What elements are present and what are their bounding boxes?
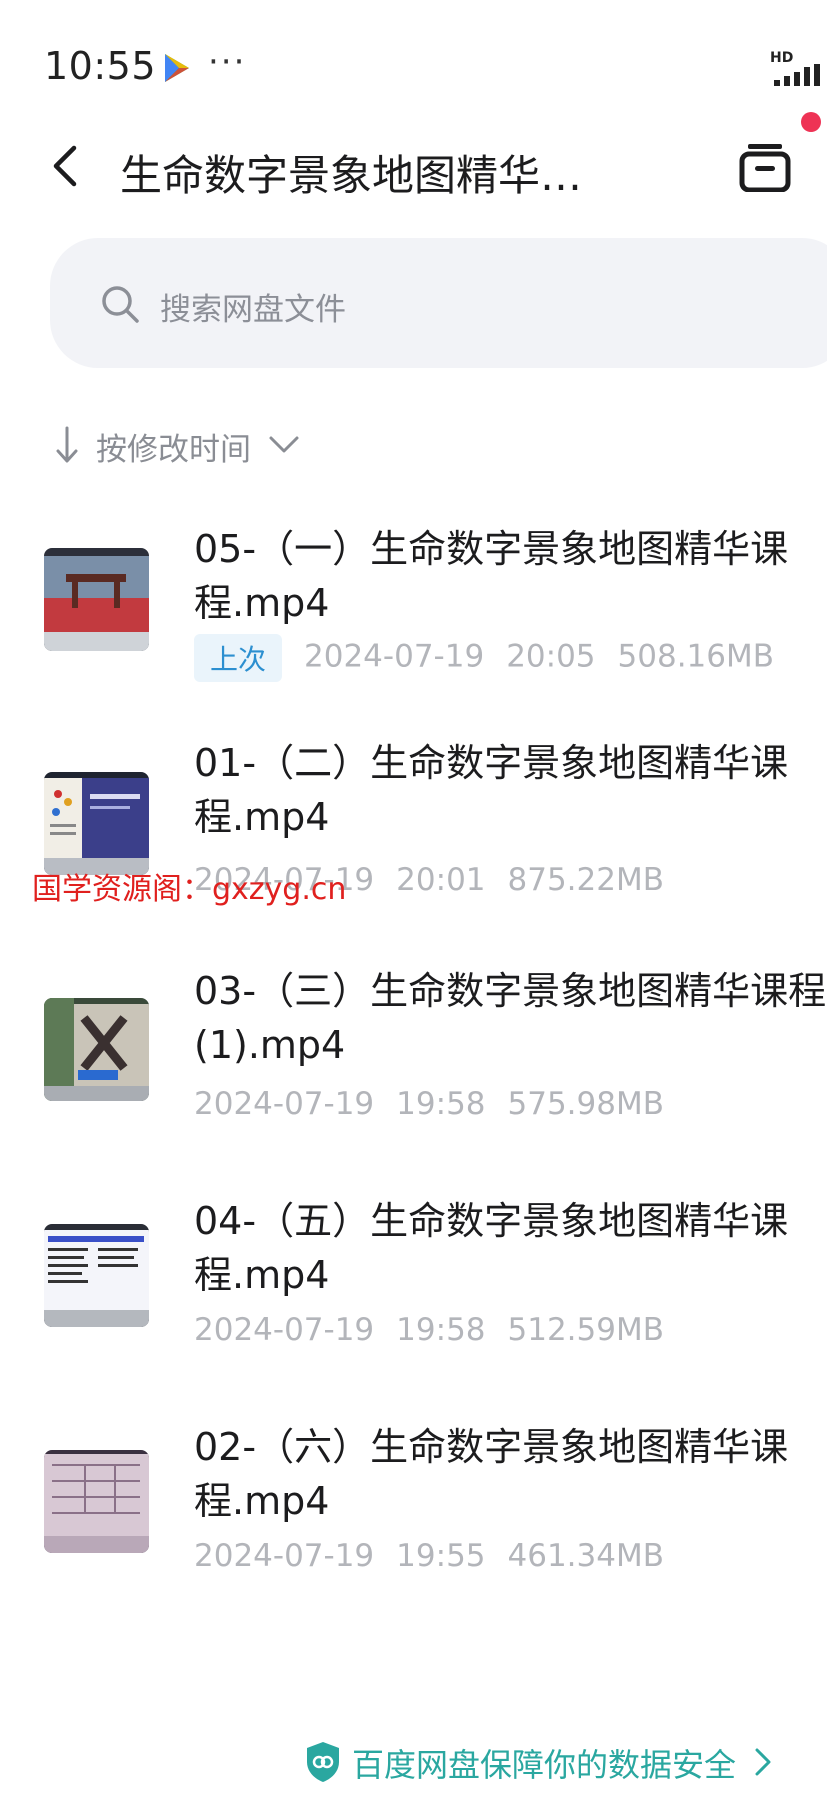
video-thumbnail <box>44 548 149 651</box>
file-row[interactable]: 04-（五）生命数字景象地图精华课程.mp4 2024-07-19 19:58 51… <box>0 1188 827 1388</box>
file-time: 19:58 <box>396 1312 486 1348</box>
file-date: 2024-07-19 <box>194 1538 375 1574</box>
video-thumbnail <box>44 998 149 1101</box>
file-meta: 上次 2024-07-19 20:05 508.16MB <box>194 634 774 682</box>
sort-arrow-icon[interactable] <box>54 425 80 465</box>
status-time: 10:55 <box>44 44 157 88</box>
file-time: 19:58 <box>396 1086 486 1122</box>
file-name: 04-（五）生命数字景象地图精华课程.mp4 <box>194 1199 789 1297</box>
notification-dot <box>801 112 821 132</box>
video-thumbnail <box>44 772 149 875</box>
video-thumbnail <box>44 1450 149 1553</box>
signal-icon <box>774 64 820 86</box>
file-size: 508.16MB <box>617 638 775 675</box>
file-meta: 2024-07-19 19:58 575.98MB <box>194 1086 664 1122</box>
file-name: 03-（三）生命数字景象地图精华课程(1).mp4 <box>194 969 827 1067</box>
watermark: 国学资源阁：gxzyg.cn <box>32 872 347 907</box>
page-title: 生命数字景象地图精华… <box>120 151 583 200</box>
file-row[interactable]: 03-（三）生命数字景象地图精华课程(1).mp4 2024-07-19 19:5… <box>0 962 827 1162</box>
file-meta: 2024-07-19 19:55 461.34MB <box>194 1538 664 1574</box>
file-time: 20:01 <box>396 862 486 898</box>
shield-icon <box>307 1742 339 1782</box>
video-thumbnail <box>44 1224 149 1327</box>
file-size: 512.59MB <box>507 1312 664 1348</box>
file-meta: 2024-07-19 19:58 512.59MB <box>194 1312 664 1348</box>
file-time: 19:55 <box>396 1538 486 1574</box>
search-input[interactable]: 搜索网盘文件 <box>160 284 346 329</box>
chevron-right-icon[interactable] <box>752 1746 774 1778</box>
search-icon <box>102 286 139 323</box>
file-date: 2024-07-19 <box>194 1312 375 1348</box>
sort-label[interactable]: 按修改时间 <box>96 424 251 469</box>
file-size: 575.98MB <box>507 1086 664 1122</box>
file-name: 05-（一）生命数字景象地图精华课程.mp4 <box>194 527 789 625</box>
more-dots: ··· <box>208 42 247 82</box>
last-viewed-badge: 上次 <box>194 634 283 682</box>
file-date: 2024-07-19 <box>304 638 485 675</box>
file-time: 20:05 <box>506 638 596 675</box>
file-row[interactable]: 02-（六）生命数字景象地图精华课程.mp4 2024-07-19 19:55 46… <box>0 1414 827 1614</box>
play-store-icon <box>165 54 189 82</box>
file-size: 875.22MB <box>507 862 664 898</box>
data-security-link[interactable]: 百度网盘保障你的数据安全 <box>352 1740 736 1786</box>
file-name: 02-（六）生命数字景象地图精华课程.mp4 <box>194 1425 789 1523</box>
archive-icon[interactable] <box>738 142 792 192</box>
file-row[interactable]: 05-（一）生命数字景象地图精华课程.mp4 上次 2024-07-19 20:05… <box>0 510 827 710</box>
file-size: 461.34MB <box>507 1538 664 1574</box>
file-date: 2024-07-19 <box>194 1086 375 1122</box>
back-icon[interactable] <box>48 144 82 188</box>
chevron-down-icon[interactable] <box>266 430 302 460</box>
file-name: 01-（二）生命数字景象地图精华课程.mp4 <box>194 741 789 839</box>
